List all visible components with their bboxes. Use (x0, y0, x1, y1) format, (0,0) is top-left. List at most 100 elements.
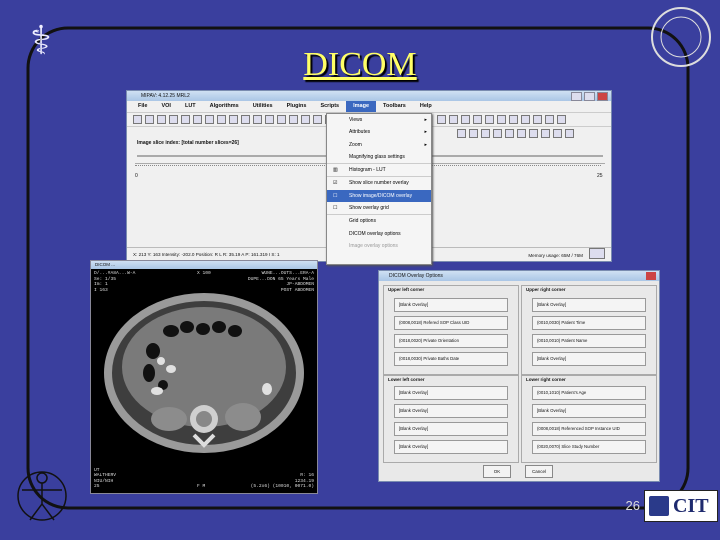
eraser-icon[interactable] (469, 129, 478, 138)
menu-scripts[interactable]: Scripts (313, 101, 346, 112)
lower-right-select-1[interactable]: (0010,1010) Patient's Age (532, 386, 646, 400)
rotate-icon[interactable] (509, 115, 518, 124)
menu-utilities[interactable]: Utilities (246, 101, 280, 112)
fit-window-icon[interactable] (473, 115, 482, 124)
menu-file[interactable]: File (131, 101, 154, 112)
menu-item-magnifying-label: Magnifying glass settings (349, 153, 405, 160)
lower-left-group: Lower left corner [Blank Overlay] [Blank… (383, 375, 519, 463)
cancel-button[interactable]: Cancel (525, 465, 553, 478)
menu-image[interactable]: Image (346, 101, 377, 112)
ct-scan-image (104, 293, 304, 453)
cit-logo-text: CIT (673, 494, 709, 517)
submenu-arrow-icon: ▸ (424, 129, 427, 136)
polygon-tool-icon[interactable] (217, 115, 226, 124)
menu-item-overlay-grid[interactable]: ☐ Show overlay grid (327, 202, 431, 214)
upper-right-select-2[interactable]: (0010,0030) Patient Time (532, 316, 646, 330)
menu-item-dicom-overlay-options[interactable]: DICOM overlay options (327, 228, 431, 240)
dialog-close-button[interactable] (646, 272, 656, 280)
white-square-icon[interactable] (557, 115, 566, 124)
reset-zoom-icon[interactable] (485, 115, 494, 124)
upper-left-select-2[interactable]: (0008,0018) Refered SOP Class UID (394, 316, 508, 330)
menu-algorithms[interactable]: Algorithms (203, 101, 246, 112)
mipav-titlebar: MIPAV: 4.12.25 MRL2 (127, 91, 611, 101)
menu-item-zoom[interactable]: Zoom ▸ (327, 139, 431, 151)
menu-voi[interactable]: VOI (154, 101, 177, 112)
maximize-button[interactable] (584, 92, 595, 101)
minimize-button[interactable] (571, 92, 582, 101)
submenu-arrow-icon: ▸ (424, 141, 427, 148)
menu-item-overlay-grid-label: Show overlay grid (349, 205, 389, 212)
slide-page-number: 26 (625, 498, 640, 513)
point-tool-icon[interactable] (157, 115, 166, 124)
zoom-in-icon[interactable] (437, 115, 446, 124)
checkbox-icon: ☐ (333, 192, 338, 199)
grid-icon[interactable] (533, 115, 542, 124)
histogram-icon[interactable] (301, 115, 310, 124)
multi-point-tool-icon[interactable] (169, 115, 178, 124)
levelset-tool-icon[interactable] (229, 115, 238, 124)
ct-image-window[interactable]: DICOM ... D/...#A8A...W-A Se: 1/35 Im: 1… (90, 260, 318, 494)
upper-right-select-3[interactable]: (0010,0010) Patient Name (532, 334, 646, 348)
lower-left-header: Lower left corner (388, 377, 425, 382)
swap-icon[interactable] (497, 115, 506, 124)
menu-help[interactable]: Help (413, 101, 439, 112)
menu-item-histogram[interactable]: ▥ Histogram - LUT (327, 163, 431, 176)
refresh-icon[interactable] (565, 129, 574, 138)
lower-left-select-2[interactable]: [Blank Overlay] (394, 404, 508, 418)
ellipse-tool-icon[interactable] (205, 115, 214, 124)
layer-icon[interactable] (517, 129, 526, 138)
menu-item-grid-options[interactable]: Grid options (327, 214, 431, 227)
fill-icon[interactable] (481, 129, 490, 138)
upper-left-select-1[interactable]: [Blank Overlay] (394, 298, 508, 312)
upper-right-select-1[interactable]: [Blank Overlay] (532, 298, 646, 312)
rectangle-tool-icon[interactable] (193, 115, 202, 124)
lower-right-select-2[interactable]: [Blank Overlay] (532, 404, 646, 418)
black-square-icon[interactable] (545, 115, 554, 124)
line-tool-icon[interactable] (181, 115, 190, 124)
lock-icon[interactable] (553, 129, 562, 138)
pencil-icon[interactable] (541, 129, 550, 138)
menu-item-magnifying[interactable]: Magnifying glass settings (327, 151, 431, 163)
paste-voi-icon[interactable] (253, 115, 262, 124)
upper-left-select-3[interactable]: (0018,0020) Private Orientation (394, 334, 508, 348)
menu-item-image-overlay-options-label: Image overlay options (349, 242, 398, 249)
paint-brush-icon[interactable] (457, 129, 466, 138)
menu-item-slice-overlay[interactable]: ☑ Show slice number overlay (327, 176, 431, 189)
ok-button[interactable]: OK (483, 465, 511, 478)
menu-plugins[interactable]: Plugins (280, 101, 314, 112)
color-icon[interactable] (529, 129, 538, 138)
overlay-bottom-right: R: 16 1234.19 (5.2x6) (10010, 0071.0) (251, 473, 314, 490)
upper-right-select-4[interactable]: [Blank Overlay] (532, 352, 646, 366)
cit-logo: CIT (644, 490, 718, 522)
undo-icon[interactable] (265, 115, 274, 124)
menu-item-slice-overlay-label: Show slice number overlay (349, 180, 409, 187)
magnify-icon[interactable] (461, 115, 470, 124)
mask-icon[interactable] (493, 129, 502, 138)
copy-voi-icon[interactable] (241, 115, 250, 124)
pen-icon[interactable] (505, 129, 514, 138)
overlay-tl-line: D/...#A8A...W-A (94, 271, 136, 276)
delete-voi-icon[interactable] (277, 115, 286, 124)
menu-toolbars[interactable]: Toolbars (376, 101, 413, 112)
lut-icon[interactable] (313, 115, 322, 124)
menu-item-dicom-overlay[interactable]: ☐ Show image/DICOM overlay (327, 189, 431, 203)
menu-item-attributes[interactable]: Attributes ▸ (327, 126, 431, 138)
image-menu-dropdown: Views ▸ Attributes ▸ Zoom ▸ Magnifying glas… (326, 113, 432, 265)
paint-icon[interactable] (289, 115, 298, 124)
close-button[interactable] (597, 92, 608, 101)
menu-lut[interactable]: LUT (178, 101, 203, 112)
overlay-bottom-left: UT WALTHERV NIU/NIH 25 (94, 468, 116, 490)
garbage-collect-button[interactable] (589, 248, 605, 259)
text-tool-icon[interactable] (145, 115, 154, 124)
flip-icon[interactable] (521, 115, 530, 124)
lower-left-select-4[interactable]: [Blank Overlay] (394, 440, 508, 454)
menu-item-views[interactable]: Views ▸ (327, 114, 431, 126)
upper-left-header: Upper left corner (388, 287, 425, 292)
lower-right-select-4[interactable]: (0020,0070) Slice Study Number (532, 440, 646, 454)
pointer-tool-icon[interactable] (133, 115, 142, 124)
zoom-out-icon[interactable] (449, 115, 458, 124)
lower-right-select-3[interactable]: (0008,0018) Referenced SOP Instance UID (532, 422, 646, 436)
lower-left-select-3[interactable]: [Blank Overlay] (394, 422, 508, 436)
upper-left-select-4[interactable]: (0018,0030) Private Baths Date (394, 352, 508, 366)
lower-left-select-1[interactable]: [Blank Overlay] (394, 386, 508, 400)
